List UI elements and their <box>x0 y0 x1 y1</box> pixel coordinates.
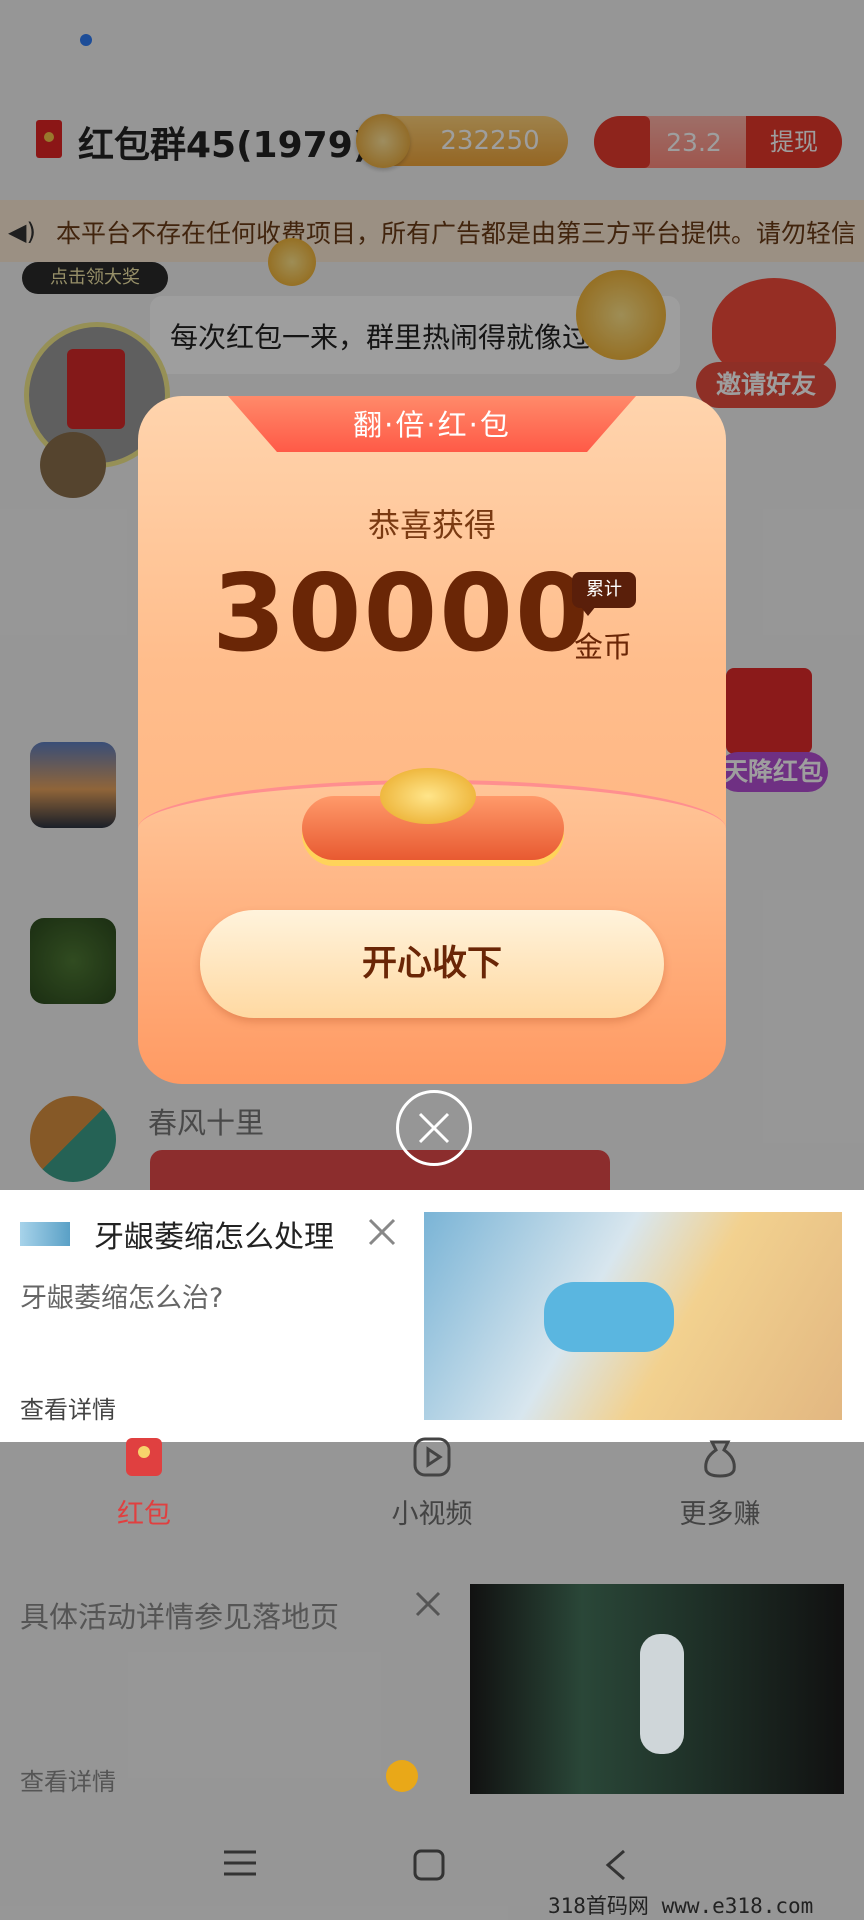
money-bag-icon <box>704 1440 736 1478</box>
tab-label: 小视频 <box>391 1499 473 1530</box>
watermark: 318首码网 www.e318.com <box>548 1894 814 1918</box>
menu-icon[interactable] <box>222 1848 258 1882</box>
close-icon <box>368 1218 396 1246</box>
reward-unit: 金币 <box>574 630 633 664</box>
tab-label: 红包 <box>117 1499 171 1530</box>
gold-coins-icon <box>380 768 476 824</box>
tab-label: 更多赚 <box>679 1499 761 1530</box>
ad-close-button[interactable] <box>366 1216 398 1252</box>
close-icon <box>415 1591 441 1617</box>
ad2-detail-link[interactable]: 查看详情 <box>20 1762 116 1797</box>
congrats-text: 恭喜获得 <box>367 506 496 544</box>
ad-title[interactable]: 牙龈萎缩怎么处理 <box>94 1212 334 1256</box>
red-packet-icon <box>126 1438 162 1476</box>
tab-earn-more[interactable]: 更多赚 <box>650 1436 790 1531</box>
ad-source-logo-icon <box>386 1760 418 1792</box>
ad-detail-link[interactable]: 查看详情 <box>20 1390 116 1425</box>
play-icon <box>413 1437 451 1477</box>
ad-image[interactable] <box>424 1212 842 1420</box>
tab-red-packet[interactable]: 红包 <box>74 1436 214 1531</box>
collect-button[interactable]: 开心收下 <box>200 910 664 1018</box>
close-icon <box>418 1112 450 1144</box>
ad2-video[interactable] <box>470 1584 844 1794</box>
ad-subtitle: 牙龈萎缩怎么治? <box>20 1283 224 1314</box>
ad-thumbnail <box>20 1222 70 1246</box>
back-icon[interactable] <box>604 1848 628 1886</box>
modal-banner-title: 翻·倍·红·包 <box>353 408 511 442</box>
tab-short-video[interactable]: 小视频 <box>362 1436 502 1531</box>
ad2-close-button[interactable] <box>414 1590 442 1622</box>
ad2-text[interactable]: 具体活动详情参见落地页 <box>20 1594 339 1636</box>
reward-amount: 30000 <box>212 552 591 675</box>
home-icon[interactable] <box>412 1848 446 1886</box>
close-modal-button[interactable] <box>396 1090 472 1166</box>
cumulative-badge: 累计 <box>572 572 636 616</box>
